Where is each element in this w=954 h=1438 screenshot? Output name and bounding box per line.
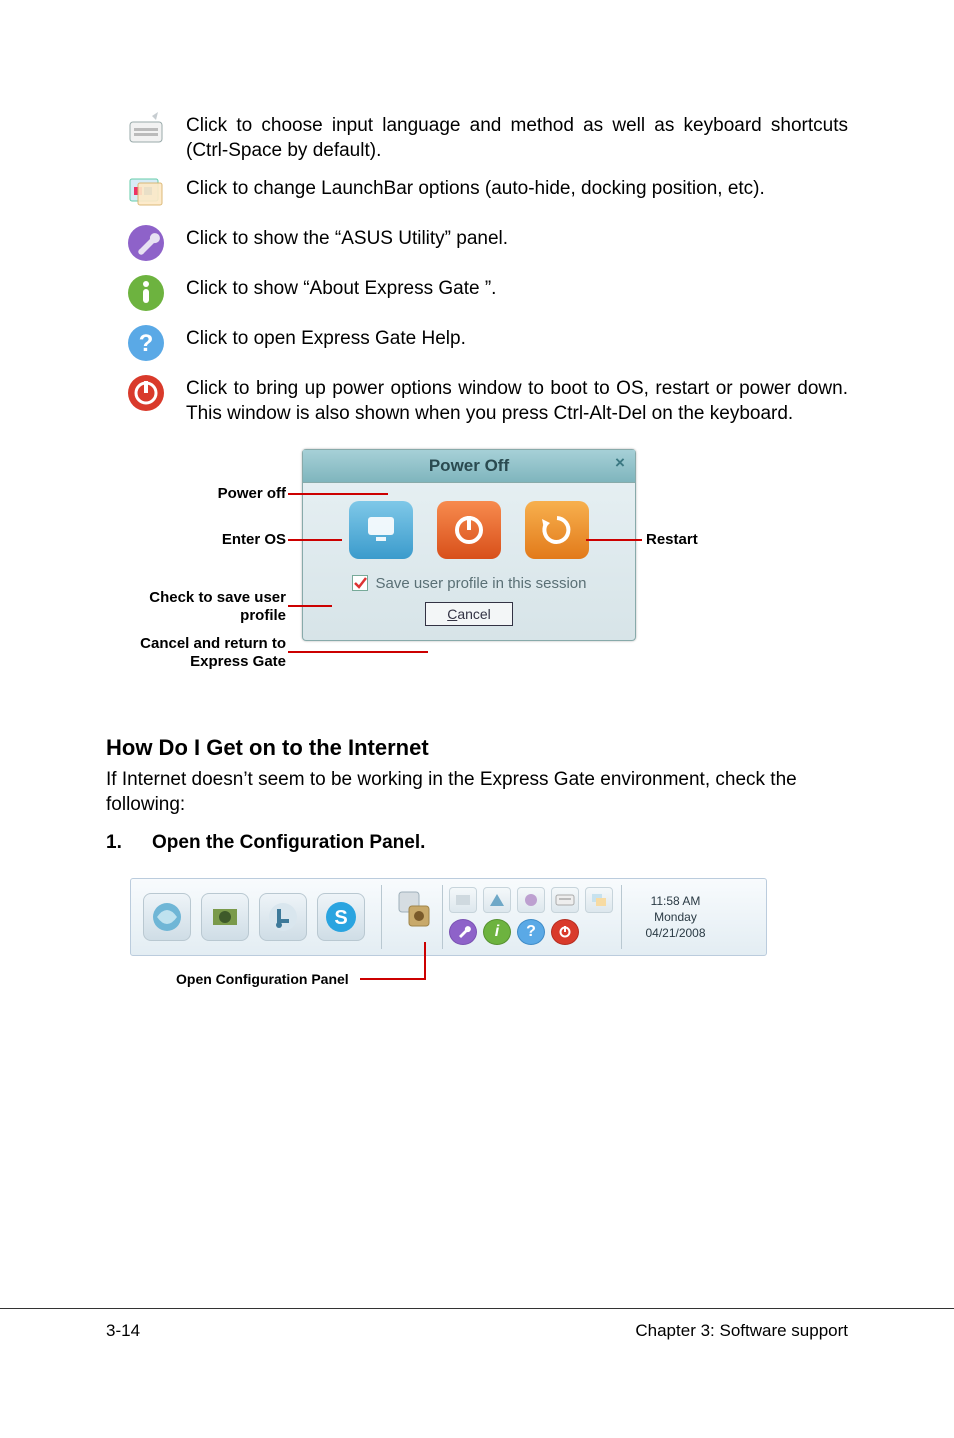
poweroff-figure: Power Off × Save user profile in this se xyxy=(106,449,848,699)
section-heading-internet: How Do I Get on to the Internet xyxy=(106,735,848,761)
tray-icon-2[interactable] xyxy=(483,887,511,913)
launchbar-app-3[interactable] xyxy=(259,893,307,941)
callout-cancel-return: Cancel and return to Express Gate xyxy=(106,635,286,671)
save-profile-label: Save user profile in this session xyxy=(376,575,587,592)
launchbar-app-2[interactable] xyxy=(201,893,249,941)
svg-text:?: ? xyxy=(139,330,154,357)
step-1-number: 1. xyxy=(106,832,126,854)
callout-enter-os: Enter OS xyxy=(106,531,286,549)
tray-info-icon[interactable]: i xyxy=(483,919,511,945)
cancel-button[interactable]: Cancel xyxy=(425,602,513,626)
info-icon xyxy=(126,273,166,313)
power-off-button[interactable] xyxy=(437,501,501,559)
system-tray: i ? xyxy=(443,885,621,949)
icon-desc-power: Click to bring up power options window t… xyxy=(186,373,848,426)
launchbar-app-1[interactable] xyxy=(143,893,191,941)
icon-row-launchbar-options: Click to change LaunchBar options (auto-… xyxy=(106,173,848,213)
callout-check-save: Check to save user profile xyxy=(106,589,286,625)
tray-keyboard-icon[interactable] xyxy=(551,887,579,913)
svg-text:S: S xyxy=(334,907,347,929)
icon-desc-launchbar-options: Click to change LaunchBar options (auto-… xyxy=(186,173,848,202)
section-body-internet: If Internet doesn’t seem to be working i… xyxy=(106,767,848,818)
icon-desc-help: Click to open Express Gate Help. xyxy=(186,323,848,352)
icon-row-about: Click to show “About Express Gate ”. xyxy=(106,273,848,313)
launchbar-figure: S i ? xyxy=(130,878,848,1028)
icon-row-help: ? Click to open Express Gate Help. xyxy=(106,323,848,363)
poweroff-dialog: Power Off × Save user profile in this se xyxy=(302,449,636,641)
tray-icon-3[interactable] xyxy=(517,887,545,913)
tray-power-icon[interactable] xyxy=(551,919,579,945)
icon-row-power: Click to bring up power options window t… xyxy=(106,373,848,426)
page-footer: 3-14 Chapter 3: Software support xyxy=(0,1308,954,1391)
callout-open-config-panel: Open Configuration Panel xyxy=(176,971,349,987)
close-icon[interactable]: × xyxy=(611,454,629,472)
poweroff-title: Power Off × xyxy=(303,450,635,483)
step-1: 1. Open the Configuration Panel. xyxy=(106,832,848,854)
tray-icon-1[interactable] xyxy=(449,887,477,913)
launchbar-options-icon xyxy=(126,173,166,213)
icon-desc-keyboard: Click to choose input language and metho… xyxy=(186,110,848,163)
enter-os-button[interactable] xyxy=(349,501,413,559)
launchbar-app-skype[interactable]: S xyxy=(317,893,365,941)
clock-time: 11:58 AM xyxy=(651,893,701,909)
callout-restart: Restart xyxy=(646,531,698,549)
wrench-icon xyxy=(126,223,166,263)
save-profile-row[interactable]: Save user profile in this session xyxy=(303,571,635,602)
step-1-text: Open the Configuration Panel. xyxy=(152,832,425,854)
keyboard-icon xyxy=(126,110,166,150)
icon-desc-about: Click to show “About Express Gate ”. xyxy=(186,273,848,302)
restart-button[interactable] xyxy=(525,501,589,559)
footer-chapter: Chapter 3: Software support xyxy=(635,1321,848,1341)
poweroff-title-text: Power Off xyxy=(429,456,509,475)
save-profile-checkbox[interactable] xyxy=(352,575,368,591)
footer-page-number: 3-14 xyxy=(106,1321,140,1341)
tray-wrench-icon[interactable] xyxy=(449,919,477,945)
tray-launchbar-options-icon[interactable] xyxy=(585,887,613,913)
icon-desc-asus-utility: Click to show the “ASUS Utility” panel. xyxy=(186,223,848,252)
clock-panel: 11:58 AM Monday 04/21/2008 xyxy=(621,885,729,949)
clock-day: Monday xyxy=(654,909,697,925)
launchbar: S i ? xyxy=(130,878,767,956)
icon-row-keyboard: Click to choose input language and metho… xyxy=(106,110,848,163)
tray-help-icon[interactable]: ? xyxy=(517,919,545,945)
callout-power-off: Power off xyxy=(106,485,286,503)
icon-row-asus-utility: Click to show the “ASUS Utility” panel. xyxy=(106,223,848,263)
help-icon: ? xyxy=(126,323,166,363)
configuration-panel-button[interactable] xyxy=(392,885,436,933)
clock-date: 04/21/2008 xyxy=(645,925,705,941)
power-icon xyxy=(126,373,166,413)
